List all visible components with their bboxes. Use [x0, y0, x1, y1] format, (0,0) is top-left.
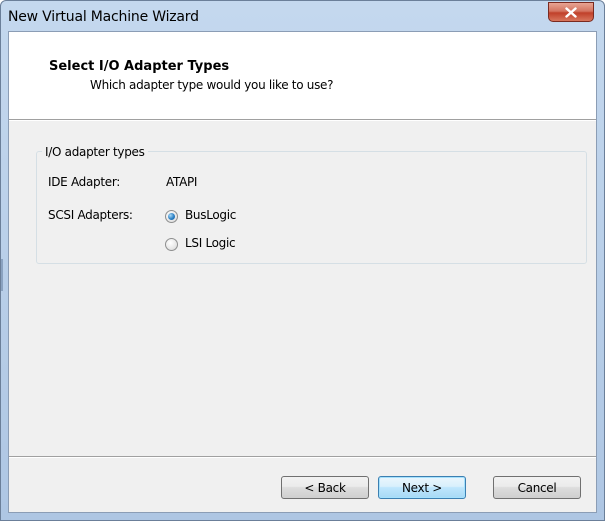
wizard-window: New Virtual Machine Wizard Select I/O Ad…	[0, 0, 605, 521]
ide-adapter-value: ATAPI	[166, 175, 198, 189]
next-button[interactable]: Next >	[378, 476, 466, 499]
wizard-header: Select I/O Adapter Types Which adapter t…	[9, 32, 596, 120]
wizard-body: Select I/O Adapter Types Which adapter t…	[8, 31, 597, 513]
title-bar[interactable]: New Virtual Machine Wizard	[1, 1, 604, 32]
page-subtitle: Which adapter type would you like to use…	[90, 78, 334, 92]
back-button[interactable]: < Back	[281, 476, 369, 499]
radio-lsi-logic[interactable]	[165, 238, 178, 251]
scsi-adapters-label: SCSI Adapters:	[48, 208, 133, 222]
group-legend: I/O adapter types	[42, 145, 148, 159]
header-divider	[9, 120, 596, 121]
ide-adapter-label: IDE Adapter:	[48, 175, 121, 189]
page-title: Select I/O Adapter Types	[49, 59, 230, 74]
radio-selected-dot	[168, 213, 175, 220]
footer-divider	[9, 456, 596, 457]
window-edge-shadow	[1, 259, 3, 291]
close-button[interactable]	[548, 2, 594, 22]
lsi-logic-label[interactable]: LSI Logic	[185, 236, 236, 250]
window-title: New Virtual Machine Wizard	[8, 9, 199, 25]
close-icon	[565, 6, 577, 18]
buslogic-label[interactable]: BusLogic	[185, 208, 236, 222]
cancel-button[interactable]: Cancel	[493, 476, 581, 499]
radio-buslogic[interactable]	[165, 210, 178, 223]
